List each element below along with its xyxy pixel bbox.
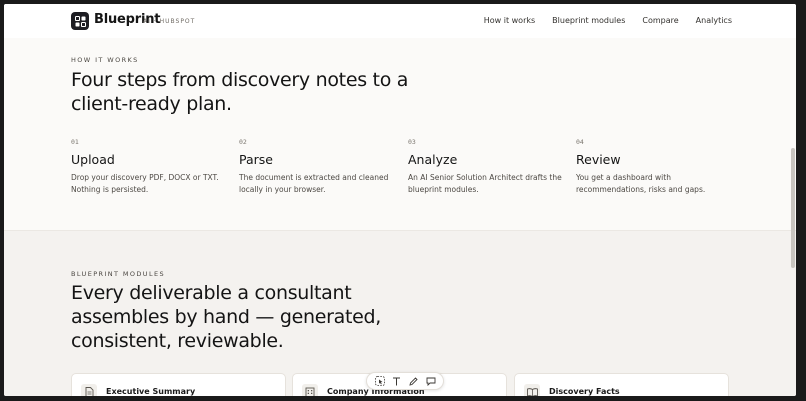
nav-links: How it works Blueprint modules Compare A… — [484, 16, 732, 25]
modules-heading: Every deliverable a consultant assembles… — [71, 281, 471, 353]
pen-tool-icon[interactable] — [407, 374, 421, 388]
brand-subtitle: AI · HUBSPOT — [143, 18, 196, 25]
step-desc-line: You get a dashboard with — [576, 173, 671, 182]
comment-tool-icon[interactable] — [424, 374, 438, 388]
step-description: You get a dashboard with recommendations… — [576, 172, 736, 196]
step-title: Upload — [71, 152, 115, 167]
top-navbar: Blueprint AI · HUBSPOT How it works Blue… — [4, 4, 796, 39]
browser-viewport: Blueprint AI · HUBSPOT How it works Blue… — [4, 4, 796, 396]
step-analyze: 03 Analyze An AI Senior Solution Archite… — [408, 138, 573, 196]
step-desc-line: An AI Senior Solution Architect drafts t… — [408, 173, 562, 182]
modules-eyebrow: BLUEPRINT MODULES — [71, 270, 166, 278]
how-it-works-heading: Four steps from discovery notes to a cli… — [71, 68, 431, 116]
step-upload: 01 Upload Drop your discovery PDF, DOCX … — [71, 138, 236, 196]
step-description: Drop your discovery PDF, DOCX or TXT. No… — [71, 172, 231, 196]
step-desc-line: The document is extracted and cleaned — [239, 173, 389, 182]
step-description: An AI Senior Solution Architect drafts t… — [408, 172, 568, 196]
how-it-works-section: HOW IT WORKS Four steps from discovery n… — [4, 38, 796, 230]
step-number: 03 — [408, 138, 416, 146]
step-title: Review — [576, 152, 621, 167]
step-title: Parse — [239, 152, 273, 167]
module-card-executive-summary[interactable]: Executive Summary — [71, 373, 286, 396]
how-heading-line-1: Four steps from discovery notes to a — [71, 69, 409, 91]
step-number: 01 — [71, 138, 79, 146]
step-review: 04 Review You get a dashboard with recom… — [576, 138, 741, 196]
step-desc-line: locally in your browser. — [239, 185, 326, 194]
text-tool-icon[interactable] — [390, 374, 404, 388]
logo-icon[interactable] — [71, 12, 89, 30]
module-card-discovery-facts[interactable]: Discovery Facts — [514, 373, 729, 396]
nav-link-analytics[interactable]: Analytics — [696, 16, 732, 25]
modules-heading-line-1: Every deliverable a consultant — [71, 282, 352, 304]
nav-link-how-it-works[interactable]: How it works — [484, 16, 535, 25]
how-it-works-eyebrow: HOW IT WORKS — [71, 56, 139, 64]
scrollbar-thumb[interactable] — [791, 148, 795, 268]
step-desc-line: Nothing is persisted. — [71, 185, 149, 194]
book-icon — [524, 384, 540, 396]
step-number: 04 — [576, 138, 584, 146]
document-icon — [81, 384, 97, 396]
step-number: 02 — [239, 138, 247, 146]
page-scrollbar[interactable] — [790, 38, 796, 396]
select-tool-icon[interactable] — [373, 374, 387, 388]
step-parse: 02 Parse The document is extracted and c… — [239, 138, 404, 196]
building-icon — [302, 384, 318, 396]
step-description: The document is extracted and cleaned lo… — [239, 172, 399, 196]
how-heading-line-2: client-ready plan. — [71, 93, 232, 115]
nav-link-compare[interactable]: Compare — [642, 16, 678, 25]
module-card-title: Executive Summary — [106, 387, 196, 396]
step-desc-line: Drop your discovery PDF, DOCX or TXT. — [71, 173, 219, 182]
modules-heading-line-3: consistent, reviewable. — [71, 330, 284, 352]
step-title: Analyze — [408, 152, 458, 167]
nav-link-blueprint-modules[interactable]: Blueprint modules — [552, 16, 625, 25]
step-desc-line: recommendations, risks and gaps. — [576, 185, 706, 194]
step-desc-line: blueprint modules. — [408, 185, 479, 194]
floating-annotation-toolbar — [366, 372, 444, 390]
module-card-title: Discovery Facts — [549, 387, 620, 396]
modules-heading-line-2: assembles by hand — generated, — [71, 306, 381, 328]
